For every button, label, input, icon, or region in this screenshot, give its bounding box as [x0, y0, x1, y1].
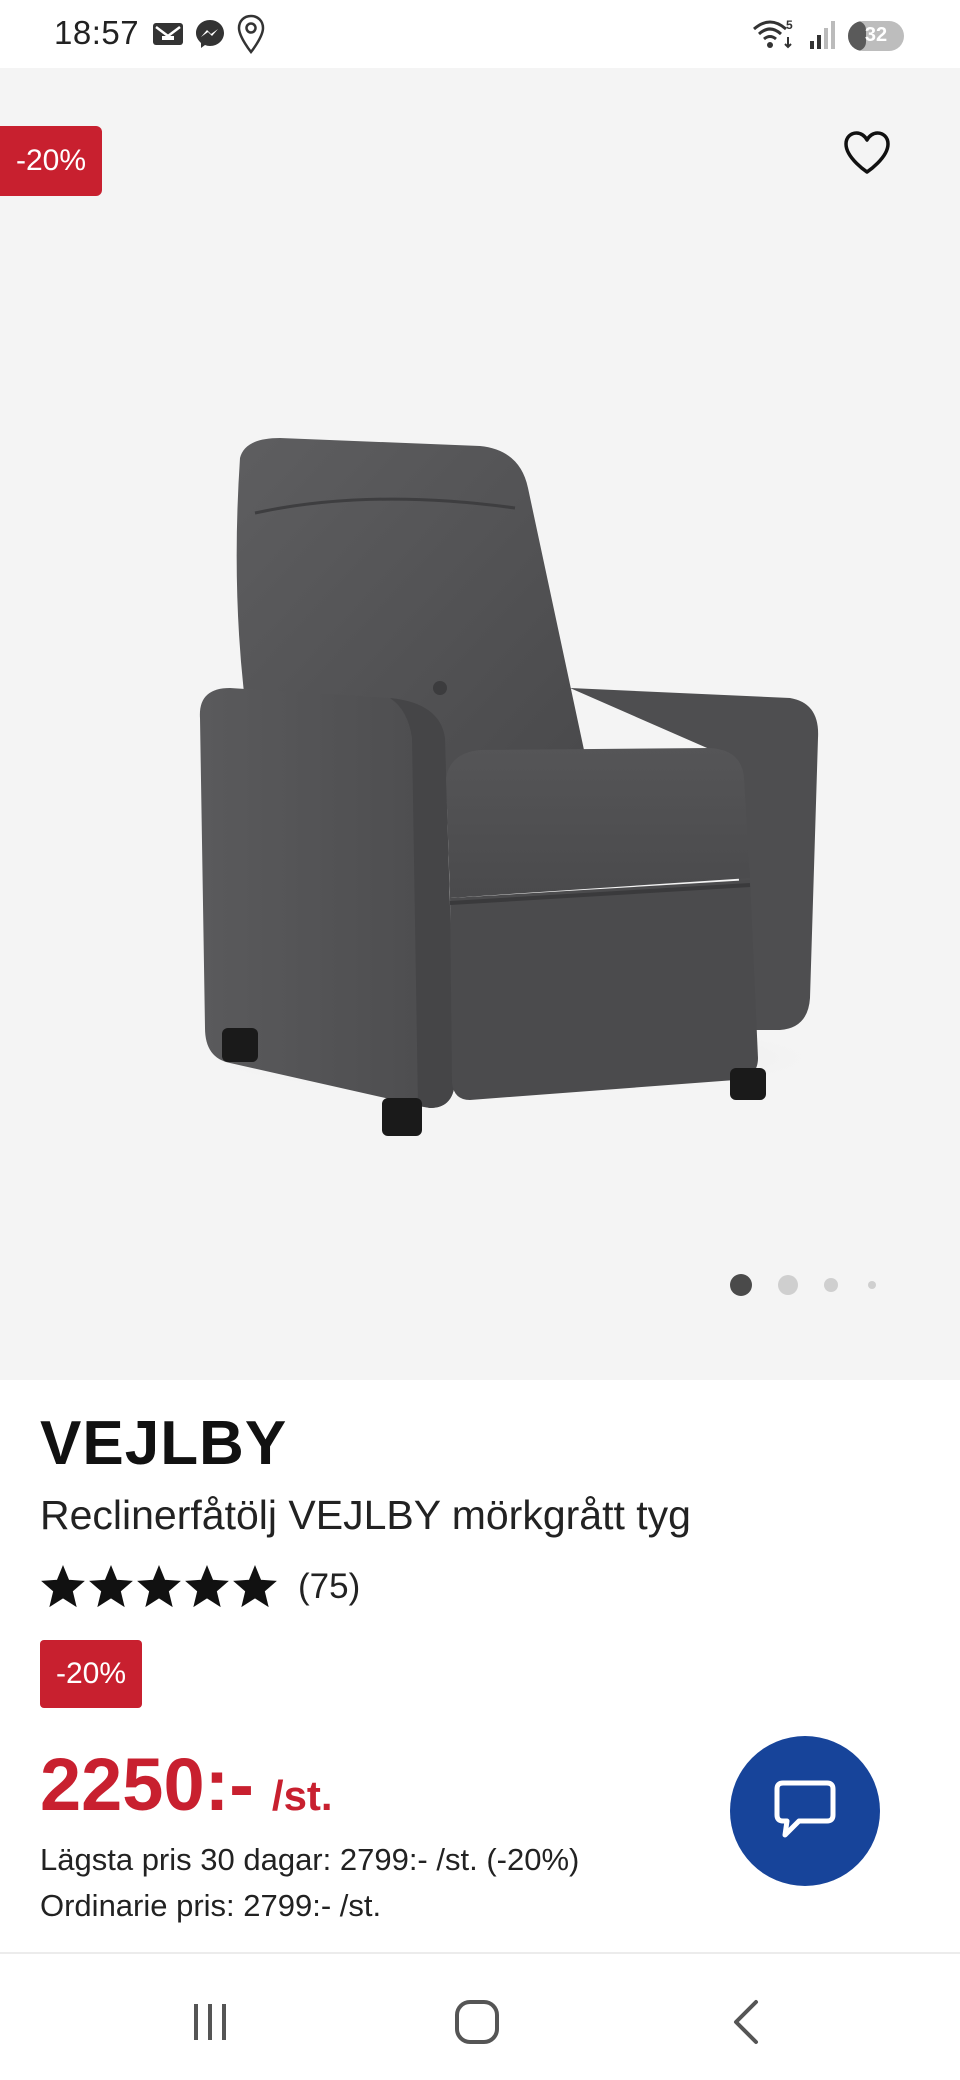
- product-name: Reclinerfåtölj VEJLBY mörkgrått tyg: [40, 1492, 691, 1538]
- carousel-dot-active[interactable]: [730, 1274, 752, 1296]
- product-image-carousel[interactable]: -20%: [0, 68, 960, 1380]
- star-icon: [233, 1565, 277, 1608]
- recent-apps-icon: [188, 2000, 232, 2049]
- price-amount: 2250:-: [40, 1743, 254, 1826]
- recent-apps-button[interactable]: [180, 1994, 240, 2054]
- star-icon: [89, 1565, 133, 1608]
- price: 2250:- /st.: [40, 1742, 333, 1827]
- status-system-icons: 5 32: [752, 14, 904, 58]
- system-navigation-bar: [0, 1954, 960, 2080]
- back-icon: [726, 1998, 766, 2051]
- star-icon: [137, 1565, 181, 1608]
- location-pin-icon: [236, 14, 266, 59]
- discount-badge-overlay: -20%: [0, 126, 103, 196]
- star-icon: [41, 1565, 85, 1608]
- back-button[interactable]: [716, 1994, 776, 2054]
- status-bar: 18:57 5 32: [0, 0, 960, 68]
- lowest-price-30-days: Lägsta pris 30 dagar: 2799:- /st. (-20%): [40, 1842, 580, 1877]
- mail-icon: [152, 20, 184, 53]
- battery-level: 32: [864, 24, 888, 46]
- discount-badge: -20%: [40, 1640, 143, 1708]
- wifi-icon: 5: [752, 17, 796, 56]
- home-icon: [453, 1998, 501, 2051]
- signal-icon: [808, 19, 836, 54]
- heart-icon: [842, 130, 892, 181]
- product-rating[interactable]: (75): [40, 1562, 360, 1612]
- chat-bubble-icon: [769, 1773, 841, 1850]
- favorite-button[interactable]: [838, 126, 896, 184]
- status-notification-icons: [152, 14, 266, 58]
- review-count: (75): [298, 1567, 361, 1606]
- regular-price: Ordinarie pris: 2799:- /st.: [40, 1888, 382, 1923]
- product-image[interactable]: [150, 358, 840, 1138]
- messenger-icon: [194, 18, 226, 55]
- carousel-dot[interactable]: [778, 1275, 798, 1295]
- star-icon: [185, 1565, 229, 1608]
- status-time: 18:57: [54, 14, 140, 51]
- carousel-pagination: [730, 1270, 876, 1300]
- rating-stars: [40, 1564, 278, 1610]
- price-unit: /st.: [271, 1772, 333, 1819]
- carousel-dot[interactable]: [868, 1281, 876, 1289]
- wifi-badge: 5: [786, 18, 793, 32]
- product-brand: VEJLBY: [40, 1409, 288, 1478]
- carousel-dot[interactable]: [824, 1278, 838, 1292]
- home-button[interactable]: [447, 1994, 507, 2054]
- battery-icon: 32: [848, 21, 904, 51]
- chat-button[interactable]: [730, 1736, 880, 1886]
